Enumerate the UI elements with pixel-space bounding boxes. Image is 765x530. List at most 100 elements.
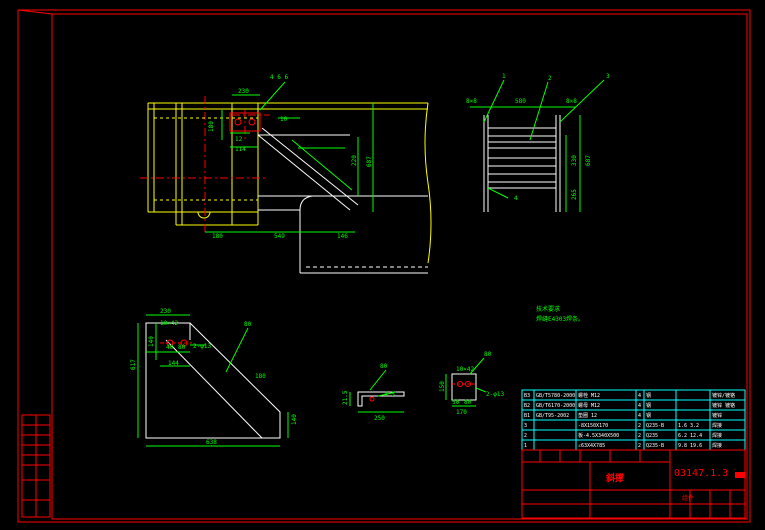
balloon-1: 1: [502, 73, 506, 80]
small-plate-detail: 10×42 80 2-φ13 150 50 80 170: [439, 351, 504, 416]
side-view-dimensions: [470, 79, 605, 212]
title-mark: [735, 472, 745, 478]
dim-10: 10: [280, 116, 288, 123]
bom-cell-mat: 钢: [646, 392, 651, 399]
bom-cell-qty: 2: [638, 443, 641, 449]
plate-dim-638: 638: [206, 439, 217, 446]
bom-cell-no: B1: [524, 413, 530, 419]
title-unit: 组件: [682, 494, 694, 502]
bom-cell-note: 焊接: [712, 422, 722, 429]
plate-leader: 80: [244, 321, 252, 328]
bom-cell-name: 垫圈 12: [578, 412, 597, 419]
dim-580: 580: [515, 98, 526, 105]
plate-dim-180: 180: [255, 373, 266, 380]
small-plate-dim-170: 170: [456, 409, 467, 416]
angle-hole: [369, 396, 375, 402]
small-plate-dim-50: 50: [452, 399, 460, 406]
dim-8x8-left: 8×8: [466, 98, 477, 105]
left-strip-cells: [21, 414, 51, 518]
angle-dim-4-5: 4.5: [384, 391, 395, 398]
bom-cell-mat: Q235-B: [646, 443, 664, 449]
bill-of-materials: B3 GB/T5780-2000 螺栓 M12 4 钢镀锌/镀铬B2 GB/T6170-2…: [521, 389, 746, 451]
bom-cell-name: ∠63X4X785: [578, 443, 605, 449]
dim-549: 549: [274, 233, 285, 240]
front-view-centerlines: [140, 96, 270, 235]
bom-cell-qty: 2: [638, 433, 641, 439]
bom-cell-name: 螺母 M12: [578, 402, 600, 409]
small-plate-outline: [451, 373, 477, 401]
plate-dim-617: 617: [130, 359, 137, 370]
plate-dim-230: 230: [160, 308, 171, 315]
cad-drawing-canvas[interactable]: 230 4 6 6 180 12 114 10 220 687 180 549 …: [0, 0, 765, 526]
dim-687: 687: [366, 156, 373, 167]
bom-cell-no: 2: [524, 433, 527, 439]
side-view-outline: [483, 115, 561, 212]
bom-cell-code: GB/T6170-2000: [536, 403, 575, 409]
front-view-body: [257, 127, 428, 274]
bom-cell-no: B3: [524, 393, 530, 399]
small-plate-dim-150: 150: [439, 381, 446, 392]
plate-view: 230 10×42 2-φ13 40 80 144 140 617 180 63…: [130, 308, 298, 447]
plate-dimensions: [137, 314, 289, 447]
corner-mark: [17, 9, 53, 15]
dim-220: 220: [351, 155, 358, 166]
title-block-frame: [521, 449, 746, 519]
bom-cell-mat: 钢: [646, 402, 651, 409]
weld-4: 4: [514, 195, 518, 202]
dim-330: 330: [571, 155, 578, 166]
bom-cell-note: 镀锌 镀铬: [712, 402, 735, 409]
angle-dim-left: 21.5: [342, 390, 349, 405]
title-drawing-number: 03147.1.3: [674, 468, 728, 479]
balloon-3: 3: [606, 73, 610, 80]
plate-dim-right: 140: [291, 414, 298, 425]
hidden-lines: [154, 117, 258, 201]
dim-146: 146: [337, 233, 348, 240]
bom-cell-wt: 1.6 3.2: [678, 423, 699, 429]
bom-cell-mat: Q235: [646, 433, 658, 439]
bom-cell-note: 镀锌/镀铬: [712, 392, 735, 399]
plate-hole: 2-φ13: [193, 343, 211, 350]
angle-profile: [357, 391, 405, 407]
bom-cell-mat: Q235-B: [646, 423, 664, 429]
plate-slot: 10×42: [160, 320, 178, 327]
bom-cell-no: B2: [524, 403, 530, 409]
bom-cell-note: 焊接: [712, 432, 722, 439]
bom-cell-no: 3: [524, 423, 527, 429]
bom-cell-name: 板-4.5X340X500: [578, 432, 619, 439]
title-block-grid: [522, 450, 745, 518]
plate-dim-texts: 230 10×42 2-φ13 40 80 144 140 617 180 63…: [130, 308, 298, 446]
plate-holes: [160, 339, 192, 347]
bom-cell-mat: 钢: [646, 412, 651, 419]
dim-12: 12: [235, 136, 243, 143]
dim-8x8-right: 8×8: [566, 98, 577, 105]
small-plate-holes: [452, 381, 476, 387]
small-plate-dim-80: 80: [464, 399, 472, 406]
plate-dim-40: 40: [166, 344, 174, 351]
dim-687-side: 687: [585, 155, 592, 166]
title-part-name: 斜撑: [605, 472, 624, 484]
bom-cell-qty: 2: [638, 423, 641, 429]
bom-grid: [522, 390, 745, 450]
plate-dim-80: 80: [178, 344, 186, 351]
bom-cell-qty: 4: [638, 403, 641, 409]
bom-cell-no: 1: [524, 443, 527, 449]
bom-cell-qty: 4: [638, 393, 641, 399]
small-plate-hole: 2-φ13: [486, 391, 504, 398]
bom-cell-wt: 9.8 19.6: [678, 443, 702, 449]
plate-inner-line: [165, 339, 263, 439]
technical-notes: 技术要求 焊缝E4303焊条。: [536, 305, 584, 323]
balloon-2: 2: [548, 75, 552, 82]
dim-180-left: 180: [208, 121, 215, 132]
side-view: 8×8 580 8×8 330 687 265 4 1 2 3: [466, 73, 610, 212]
drawing-sheet[interactable]: 230 4 6 6 180 12 114 10 220 687 180 549 …: [0, 0, 765, 526]
angle-dim-250: 250: [374, 415, 385, 422]
plate-dim-140: 140: [148, 336, 155, 347]
bom-cell-note: 焊接: [712, 442, 722, 449]
bom-cell-code: GB/T5780-2000: [536, 393, 575, 399]
small-angle-detail: 80 4.5 250 21.5: [342, 363, 405, 422]
dim-265: 265: [571, 189, 578, 200]
small-plate-slot: 10×42: [456, 366, 474, 373]
bom-cell-note: 镀锌: [712, 412, 722, 419]
bom-cell-name: 螺栓 M12: [578, 392, 600, 399]
front-view: 230 4 6 6 180 12 114 10 220 687 180 549 …: [140, 74, 432, 274]
